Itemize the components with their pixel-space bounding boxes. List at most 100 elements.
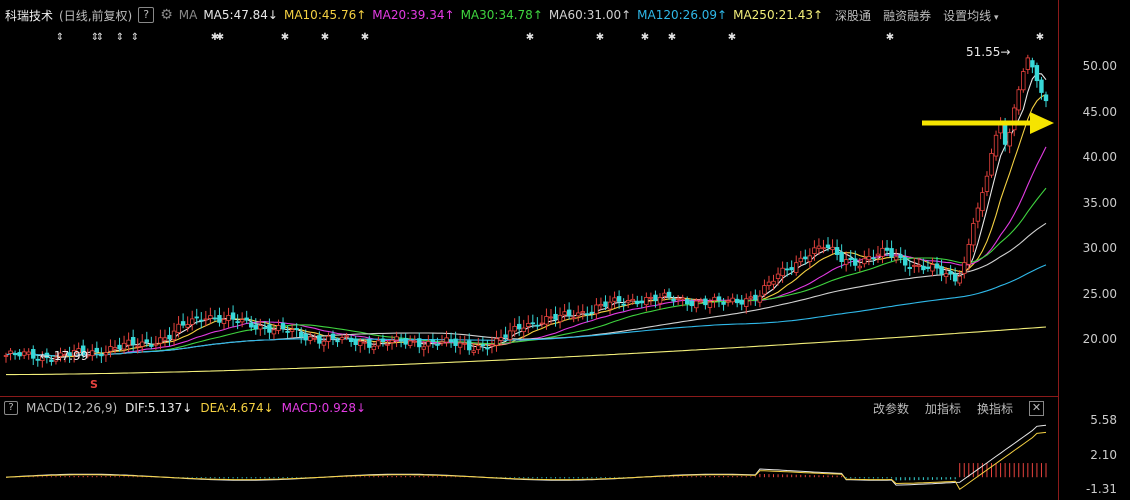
macd-histogram: [10, 463, 1047, 481]
candle-body: [580, 311, 585, 314]
candle-body: [766, 281, 772, 286]
candle-body: [190, 318, 195, 325]
macd-chart[interactable]: [0, 418, 1058, 500]
stock-name[interactable]: 科瑞技术: [5, 7, 53, 24]
candle-body: [934, 263, 940, 269]
ma20-value: MA20:39.34↑: [372, 8, 455, 22]
macd-tick-label: 5.58: [1090, 412, 1117, 427]
candle-body: [471, 350, 476, 353]
help-icon[interactable]: ?: [138, 7, 155, 23]
candle-body: [121, 342, 127, 350]
ma30-line: [5, 187, 1047, 357]
ma5-value: MA5:47.84↓: [203, 8, 278, 22]
candle-body: [99, 353, 104, 357]
candle-body: [794, 262, 799, 273]
candle-body: [308, 336, 313, 341]
candle-body: [417, 338, 422, 348]
add-indicator-button[interactable]: 加指标: [925, 400, 961, 417]
candle-body: [707, 301, 713, 308]
candle-body: [816, 245, 822, 249]
candle-body: [866, 256, 872, 261]
candle-body: [230, 312, 236, 320]
candle-body: [925, 266, 931, 269]
candle-body: [603, 301, 608, 307]
candle-body: [721, 301, 726, 305]
candle-body: [103, 352, 109, 356]
candle-body: [398, 338, 404, 342]
candle-body: [239, 319, 245, 323]
candle-body: [857, 265, 862, 269]
candle-body: [262, 327, 268, 329]
candle-body: [180, 321, 186, 326]
dea-line: [5, 431, 1047, 491]
dif-value: DIF:5.137↓: [125, 401, 193, 415]
shenguotong-button[interactable]: 深股通: [835, 7, 871, 24]
gear-icon[interactable]: ⚙: [160, 7, 173, 23]
ma10-value: MA10:45.76↑: [283, 8, 367, 22]
candle-body: [980, 192, 985, 212]
candle-body: [212, 317, 218, 320]
candle-body: [739, 299, 744, 305]
macd-header: ? MACD(12,26,9) DIF:5.137↓ DEA:4.674↓ MA…: [0, 398, 1058, 418]
candle-body: [389, 339, 395, 343]
macd-menu-icon[interactable]: ?: [4, 401, 18, 415]
candle-body: [176, 323, 181, 333]
candle-body: [753, 294, 758, 300]
candle-body: [821, 247, 826, 250]
candle-body: [298, 331, 304, 338]
candle-body: [199, 319, 204, 322]
close-icon[interactable]: ✕: [1029, 400, 1044, 416]
candle-body: [716, 296, 722, 301]
candle-body: [358, 340, 363, 346]
price-tick-label: 45.00: [1082, 104, 1117, 119]
price-tick-label: 40.00: [1082, 150, 1117, 164]
candle-body: [607, 301, 613, 310]
candle-body: [685, 299, 690, 305]
candle-body: [353, 338, 358, 345]
candle-body: [348, 337, 354, 342]
edit-params-button[interactable]: 改参数: [873, 400, 909, 417]
macd-lines: [5, 424, 1047, 491]
candle-body: [330, 333, 336, 339]
candle-body: [507, 330, 513, 340]
candle-body: [698, 300, 704, 303]
candle-body: [480, 344, 486, 347]
candle-body: [966, 244, 971, 265]
candle-body: [730, 297, 735, 303]
candle-body: [943, 273, 949, 278]
set-ma-button[interactable]: 设置均线 ▾: [943, 7, 998, 24]
candle-body: [1016, 89, 1021, 111]
candle-body: [521, 327, 526, 333]
candle-body: [339, 337, 345, 341]
candle-body: [426, 341, 431, 347]
candle-body: [1012, 107, 1017, 131]
price-chart[interactable]: ⇕ ⇕⇕ ⇕ ⇕ ✱✱ ✱ ✱ ✱ ✱ ✱ ✱ ✱ ✱ ✱ ✱ 51.55→← 17.99S: [0, 30, 1058, 396]
event-marker-icon: ✱: [281, 32, 289, 43]
candle-body: [271, 329, 277, 335]
candle-body: [153, 343, 159, 346]
candle-body: [589, 311, 595, 314]
candle-body: [680, 297, 685, 300]
candle-body: [930, 264, 935, 272]
margin-trading-button[interactable]: 融资融券: [883, 7, 931, 24]
panel-divider: [0, 396, 1058, 397]
candle-body: [258, 325, 263, 330]
candle-body: [598, 303, 604, 307]
candle-body: [489, 344, 495, 347]
candle-body: [644, 297, 649, 306]
macd-tick-label: 2.10: [1090, 448, 1117, 462]
candle-body: [108, 346, 113, 352]
candle-body: [185, 324, 190, 328]
switch-indicator-button[interactable]: 换指标: [977, 400, 1013, 417]
macd-value: MACD:0.928↓: [281, 401, 367, 415]
candle-body: [903, 257, 908, 266]
candle-body: [457, 342, 463, 348]
candle-body: [812, 247, 817, 254]
candle-body: [117, 344, 122, 350]
candle-body: [312, 337, 318, 340]
candle-body: [1034, 65, 1040, 82]
macd-title[interactable]: MACD(12,26,9): [26, 401, 117, 415]
candle-body: [657, 297, 663, 304]
candle-body: [839, 252, 844, 262]
candle-body: [453, 338, 458, 346]
